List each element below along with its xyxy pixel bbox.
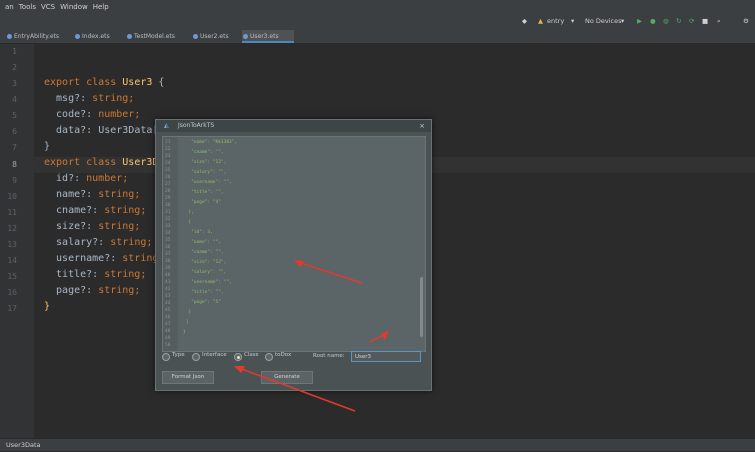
annotation-arrows — [234, 260, 389, 412]
annotation-arrow — [297, 261, 363, 284]
arrow-head — [381, 330, 389, 340]
arrow-group — [234, 260, 389, 412]
annotation-arrow — [238, 367, 356, 412]
